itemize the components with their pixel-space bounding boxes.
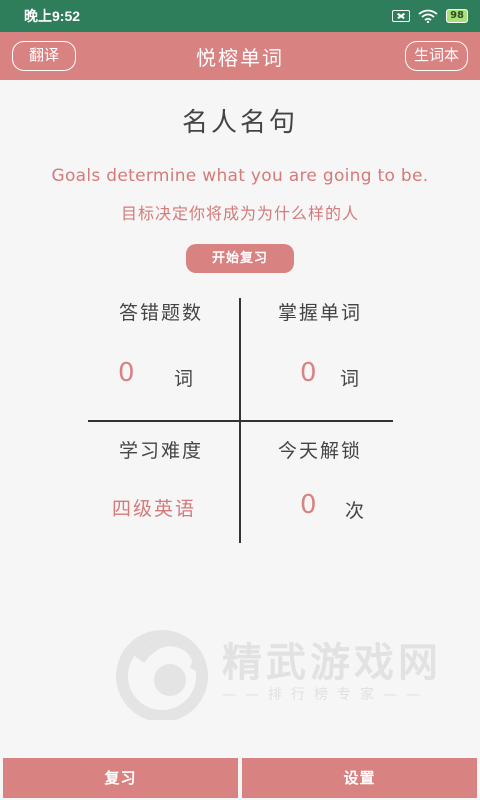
mastered-unit: 词 (340, 368, 360, 390)
quote-english: Goals determine what you are going to be… (51, 166, 429, 186)
unlocks-today-label: 今天解锁 (277, 440, 362, 462)
watermark: 精武游戏网 ——排行榜专家—— (110, 612, 455, 722)
stats-horizontal-divider (88, 420, 393, 422)
watermark-logo-icon (116, 630, 208, 720)
wrong-count-value: 0 (118, 358, 135, 388)
app-title: 悦榕单词 (196, 45, 284, 70)
battery-icon: 98 (446, 9, 468, 23)
translate-button[interactable]: 翻译 (12, 41, 77, 71)
wrong-count-unit: 词 (174, 368, 194, 390)
app-bar: 翻译 悦榕单词 生词本 (0, 32, 480, 80)
mastered-value: 0 (300, 358, 317, 388)
unlocks-today-value: 0 (300, 490, 317, 520)
wrong-count-label: 答错题数 (118, 302, 203, 324)
vocabulary-book-button[interactable]: 生词本 (404, 41, 468, 71)
mastered-label: 掌握单词 (277, 302, 362, 324)
quote-chinese: 目标决定你将成为为什么样的人 (120, 204, 359, 223)
settings-button[interactable]: 设置 (242, 758, 477, 798)
difficulty-label: 学习难度 (118, 440, 203, 462)
status-bar: 晚上9:52 98 (0, 0, 480, 32)
status-icons: 98 (392, 9, 468, 23)
start-review-button[interactable]: 开始复习 (186, 244, 294, 273)
watermark-subtitle: ——排行榜专家—— (222, 687, 429, 703)
unlocks-today-unit: 次 (345, 500, 365, 522)
review-button[interactable]: 复习 (3, 758, 238, 798)
difficulty-value: 四级英语 (112, 498, 197, 520)
wifi-icon (418, 9, 438, 23)
section-title: 名人名句 (181, 108, 298, 138)
status-time: 晚上9:52 (24, 8, 81, 24)
no-sim-icon (392, 10, 411, 22)
watermark-title: 精武游戏网 (222, 640, 442, 686)
